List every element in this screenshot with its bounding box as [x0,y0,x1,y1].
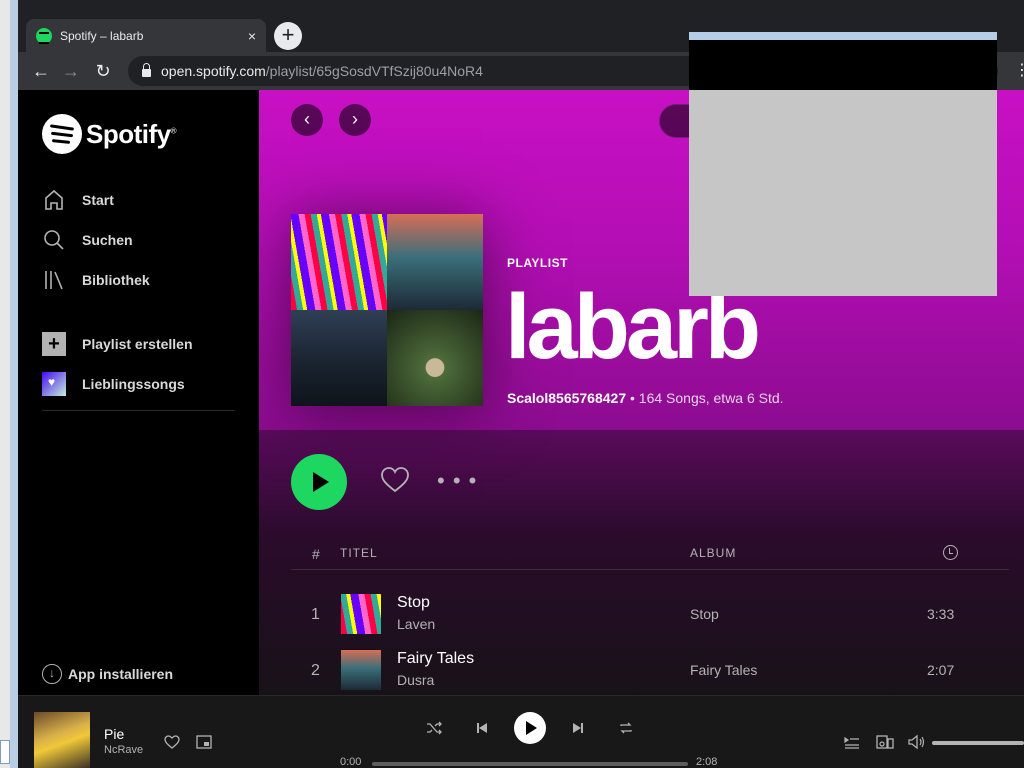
playlist-type: PLAYLIST [507,256,568,270]
cover-tile [387,310,483,406]
volume-slider[interactable] [932,741,1024,745]
new-tab-button[interactable]: + [274,22,302,50]
spotify-favicon-icon [36,28,52,44]
track-number: 2 [311,662,320,679]
create-playlist-label: Playlist erstellen [82,336,193,352]
track-album[interactable]: Fairy Tales [690,662,757,678]
plus-icon: + [42,332,66,356]
track-duration: 3:33 [927,606,955,622]
tracklist-header: # TITEL ALBUM [291,534,1009,570]
track-thumbnail [341,594,381,634]
sidebar-divider [42,410,235,411]
forward-button[interactable]: → [60,60,82,82]
now-playing-cover[interactable] [34,712,90,768]
previous-track-icon[interactable] [474,720,490,736]
next-track-icon[interactable] [570,720,586,736]
sidebar-item-label: Suchen [82,232,133,248]
now-playing-title[interactable]: Pie [104,726,124,742]
now-playing-artist[interactable]: NcRave [104,744,143,756]
desktop-icon [0,740,10,764]
track-title[interactable]: Fairy Tales [397,650,474,668]
now-playing-bar: Pie NcRave 0:00 2:08 [18,695,1024,768]
play-playlist-button[interactable] [291,454,347,510]
like-playlist-heart-icon[interactable] [379,464,411,496]
reload-button[interactable]: ↻ [92,60,114,82]
browser-tab[interactable]: Spotify – labarb × [26,19,266,53]
column-title: TITEL [340,546,378,560]
install-app-link[interactable]: ↓ App installieren [42,664,173,684]
brand-name: Spotify® [86,118,177,149]
queue-icon[interactable] [844,734,860,750]
download-icon: ↓ [42,664,62,684]
library-icon [45,271,63,290]
history-forward-button[interactable]: › [339,104,371,136]
window-edge-stripe [10,0,18,768]
playlist-stats: • 164 Songs, etwa 6 Std. [626,390,784,406]
play-pause-button[interactable] [514,712,546,744]
table-row[interactable]: 2 Fairy Tales Dusra Fairy Tales 2:07 [291,644,1009,695]
track-artist[interactable]: Laven [397,616,435,632]
create-playlist-button[interactable]: + Playlist erstellen [42,332,193,356]
url-path: /playlist/65gSosdVTfSzij80u4NoR4 [265,63,483,79]
cover-tile [291,214,387,310]
sidebar-item-library[interactable]: Bibliothek [42,268,150,292]
overlay-titlebar [689,32,997,40]
overlay-window [689,32,997,296]
liked-songs-icon [42,372,66,396]
column-number: # [312,546,321,562]
connect-device-icon[interactable] [876,734,894,750]
like-track-heart-icon[interactable] [164,734,180,750]
lock-icon [142,63,151,77]
sidebar-item-start[interactable]: Start [42,188,114,212]
spotify-logo[interactable]: Spotify® [42,114,177,154]
home-icon [45,189,63,210]
playback-progress-bar[interactable] [372,762,688,766]
clock-icon [943,545,958,560]
more-options-icon[interactable]: • • • [437,468,477,494]
track-artist[interactable]: Dusra [397,672,434,688]
tab-title: Spotify – labarb [60,29,144,43]
track-duration: 2:07 [927,662,955,678]
repeat-icon[interactable] [618,720,634,736]
playlist-cover [291,214,483,406]
sidebar-item-label: Bibliothek [82,272,150,288]
spotify-logo-icon [42,114,82,154]
install-app-label: App installieren [68,666,174,682]
cover-tile [291,310,387,406]
sidebar: Spotify® Start Suchen Bibliothek + Playl… [18,90,259,695]
picture-in-picture-icon[interactable] [196,735,212,749]
track-album[interactable]: Stop [690,606,719,622]
desktop-left-edge [0,0,18,768]
track-thumbnail [341,650,381,690]
history-back-button[interactable]: ‹ [291,104,323,136]
url-host: open.spotify.com [161,63,266,79]
table-row[interactable]: 1 Stop Laven Stop 3:33 [291,588,1009,644]
overlay-dark-band [689,40,997,90]
tab-close-icon[interactable]: × [248,28,256,44]
elapsed-time: 0:00 [340,756,362,768]
playlist-meta: Scalol8565768427 • 164 Songs, etwa 6 Std… [507,390,784,406]
column-album: ALBUM [690,546,737,560]
sidebar-item-label: Start [82,192,114,208]
back-button[interactable]: ← [30,60,52,82]
search-icon [44,230,64,250]
browser-menu-icon[interactable]: ⋮ [1014,60,1024,82]
volume-icon[interactable] [908,734,926,750]
cover-tile [387,214,483,310]
playlist-owner-link[interactable]: Scalol8565768427 [507,390,626,406]
track-title[interactable]: Stop [397,594,430,612]
total-time: 2:08 [696,756,718,768]
sidebar-item-search[interactable]: Suchen [42,228,133,252]
shuffle-icon[interactable] [426,720,442,736]
track-number: 1 [311,606,320,623]
liked-songs-label: Lieblingssongs [82,376,185,392]
liked-songs-link[interactable]: Lieblingssongs [42,372,185,396]
